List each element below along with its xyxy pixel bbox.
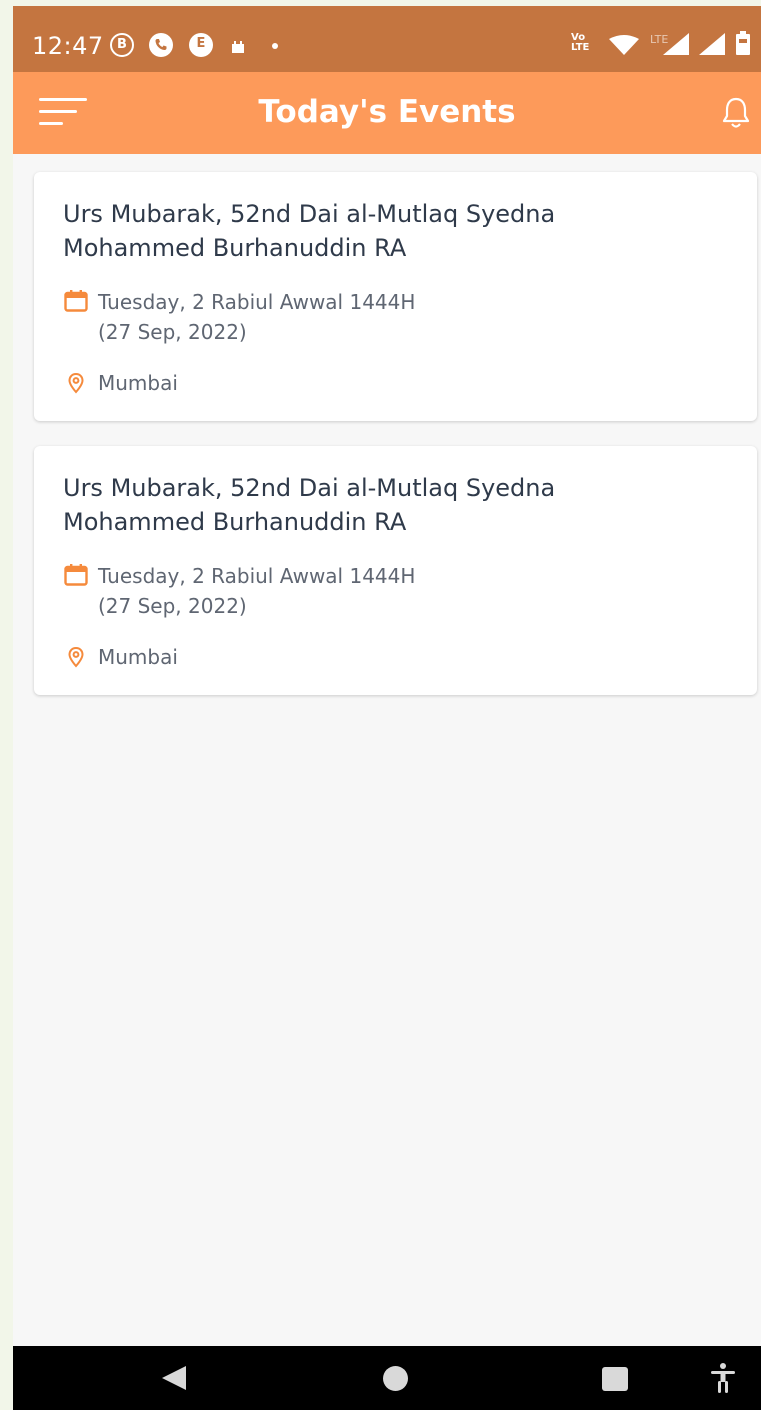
lte-signal-icon: [663, 33, 689, 59]
event-gregorian-date: (27 Sep, 2022): [98, 320, 247, 344]
system-status-icons: Vo LTE LTE: [571, 31, 761, 59]
home-icon[interactable]: [383, 1366, 408, 1391]
status-time: 12:47: [32, 32, 104, 60]
event-gregorian-date: (27 Sep, 2022): [98, 594, 247, 618]
event-hijri-date: Tuesday, 2 Rabiul Awwal 1444H: [98, 290, 416, 314]
calendar-icon: [64, 290, 88, 312]
recents-icon[interactable]: [602, 1367, 628, 1391]
battery-icon: [735, 31, 751, 59]
dot-icon: [272, 43, 278, 49]
event-date: Tuesday, 2 Rabiul Awwal 1444H (27 Sep, 2…: [98, 561, 598, 621]
back-icon[interactable]: [162, 1366, 186, 1390]
status-bar: 12:47 B E Vo LTE LTE: [13, 6, 761, 72]
page-title: Today's Events: [258, 94, 516, 130]
volte-icon: Vo LTE: [571, 32, 590, 53]
phone-circle-icon: [149, 33, 173, 57]
event-title: Urs Mubarak, 52nd Dai al-Mutlaq Syedna M…: [63, 474, 556, 536]
event-location: Mumbai: [98, 645, 178, 669]
accessibility-icon[interactable]: [708, 1362, 738, 1394]
navigation-bar: [13, 1346, 761, 1410]
event-card[interactable]: Urs Mubarak, 52nd Dai al-Mutlaq Syedna M…: [34, 446, 757, 695]
sim-icon: [231, 38, 245, 53]
event-date: Tuesday, 2 Rabiul Awwal 1444H (27 Sep, 2…: [98, 287, 598, 347]
event-title: Urs Mubarak, 52nd Dai al-Mutlaq Syedna M…: [63, 200, 556, 262]
phone-screen: 12:47 B E Vo LTE LTE Today's Events Urs …: [13, 6, 761, 1410]
event-location: Mumbai: [98, 371, 178, 395]
event-hijri-date: Tuesday, 2 Rabiul Awwal 1444H: [98, 564, 416, 588]
location-pin-icon: [67, 646, 85, 668]
calendar-icon: [64, 564, 88, 586]
location-pin-icon: [67, 372, 85, 394]
e-circle-icon: E: [189, 33, 213, 57]
wifi-icon: [609, 35, 639, 59]
event-card[interactable]: Urs Mubarak, 52nd Dai al-Mutlaq Syedna M…: [34, 172, 757, 421]
signal-icon: [699, 33, 725, 59]
bell-icon[interactable]: [721, 96, 751, 130]
b-circle-icon: B: [110, 33, 134, 57]
app-bar: Today's Events: [13, 72, 761, 154]
